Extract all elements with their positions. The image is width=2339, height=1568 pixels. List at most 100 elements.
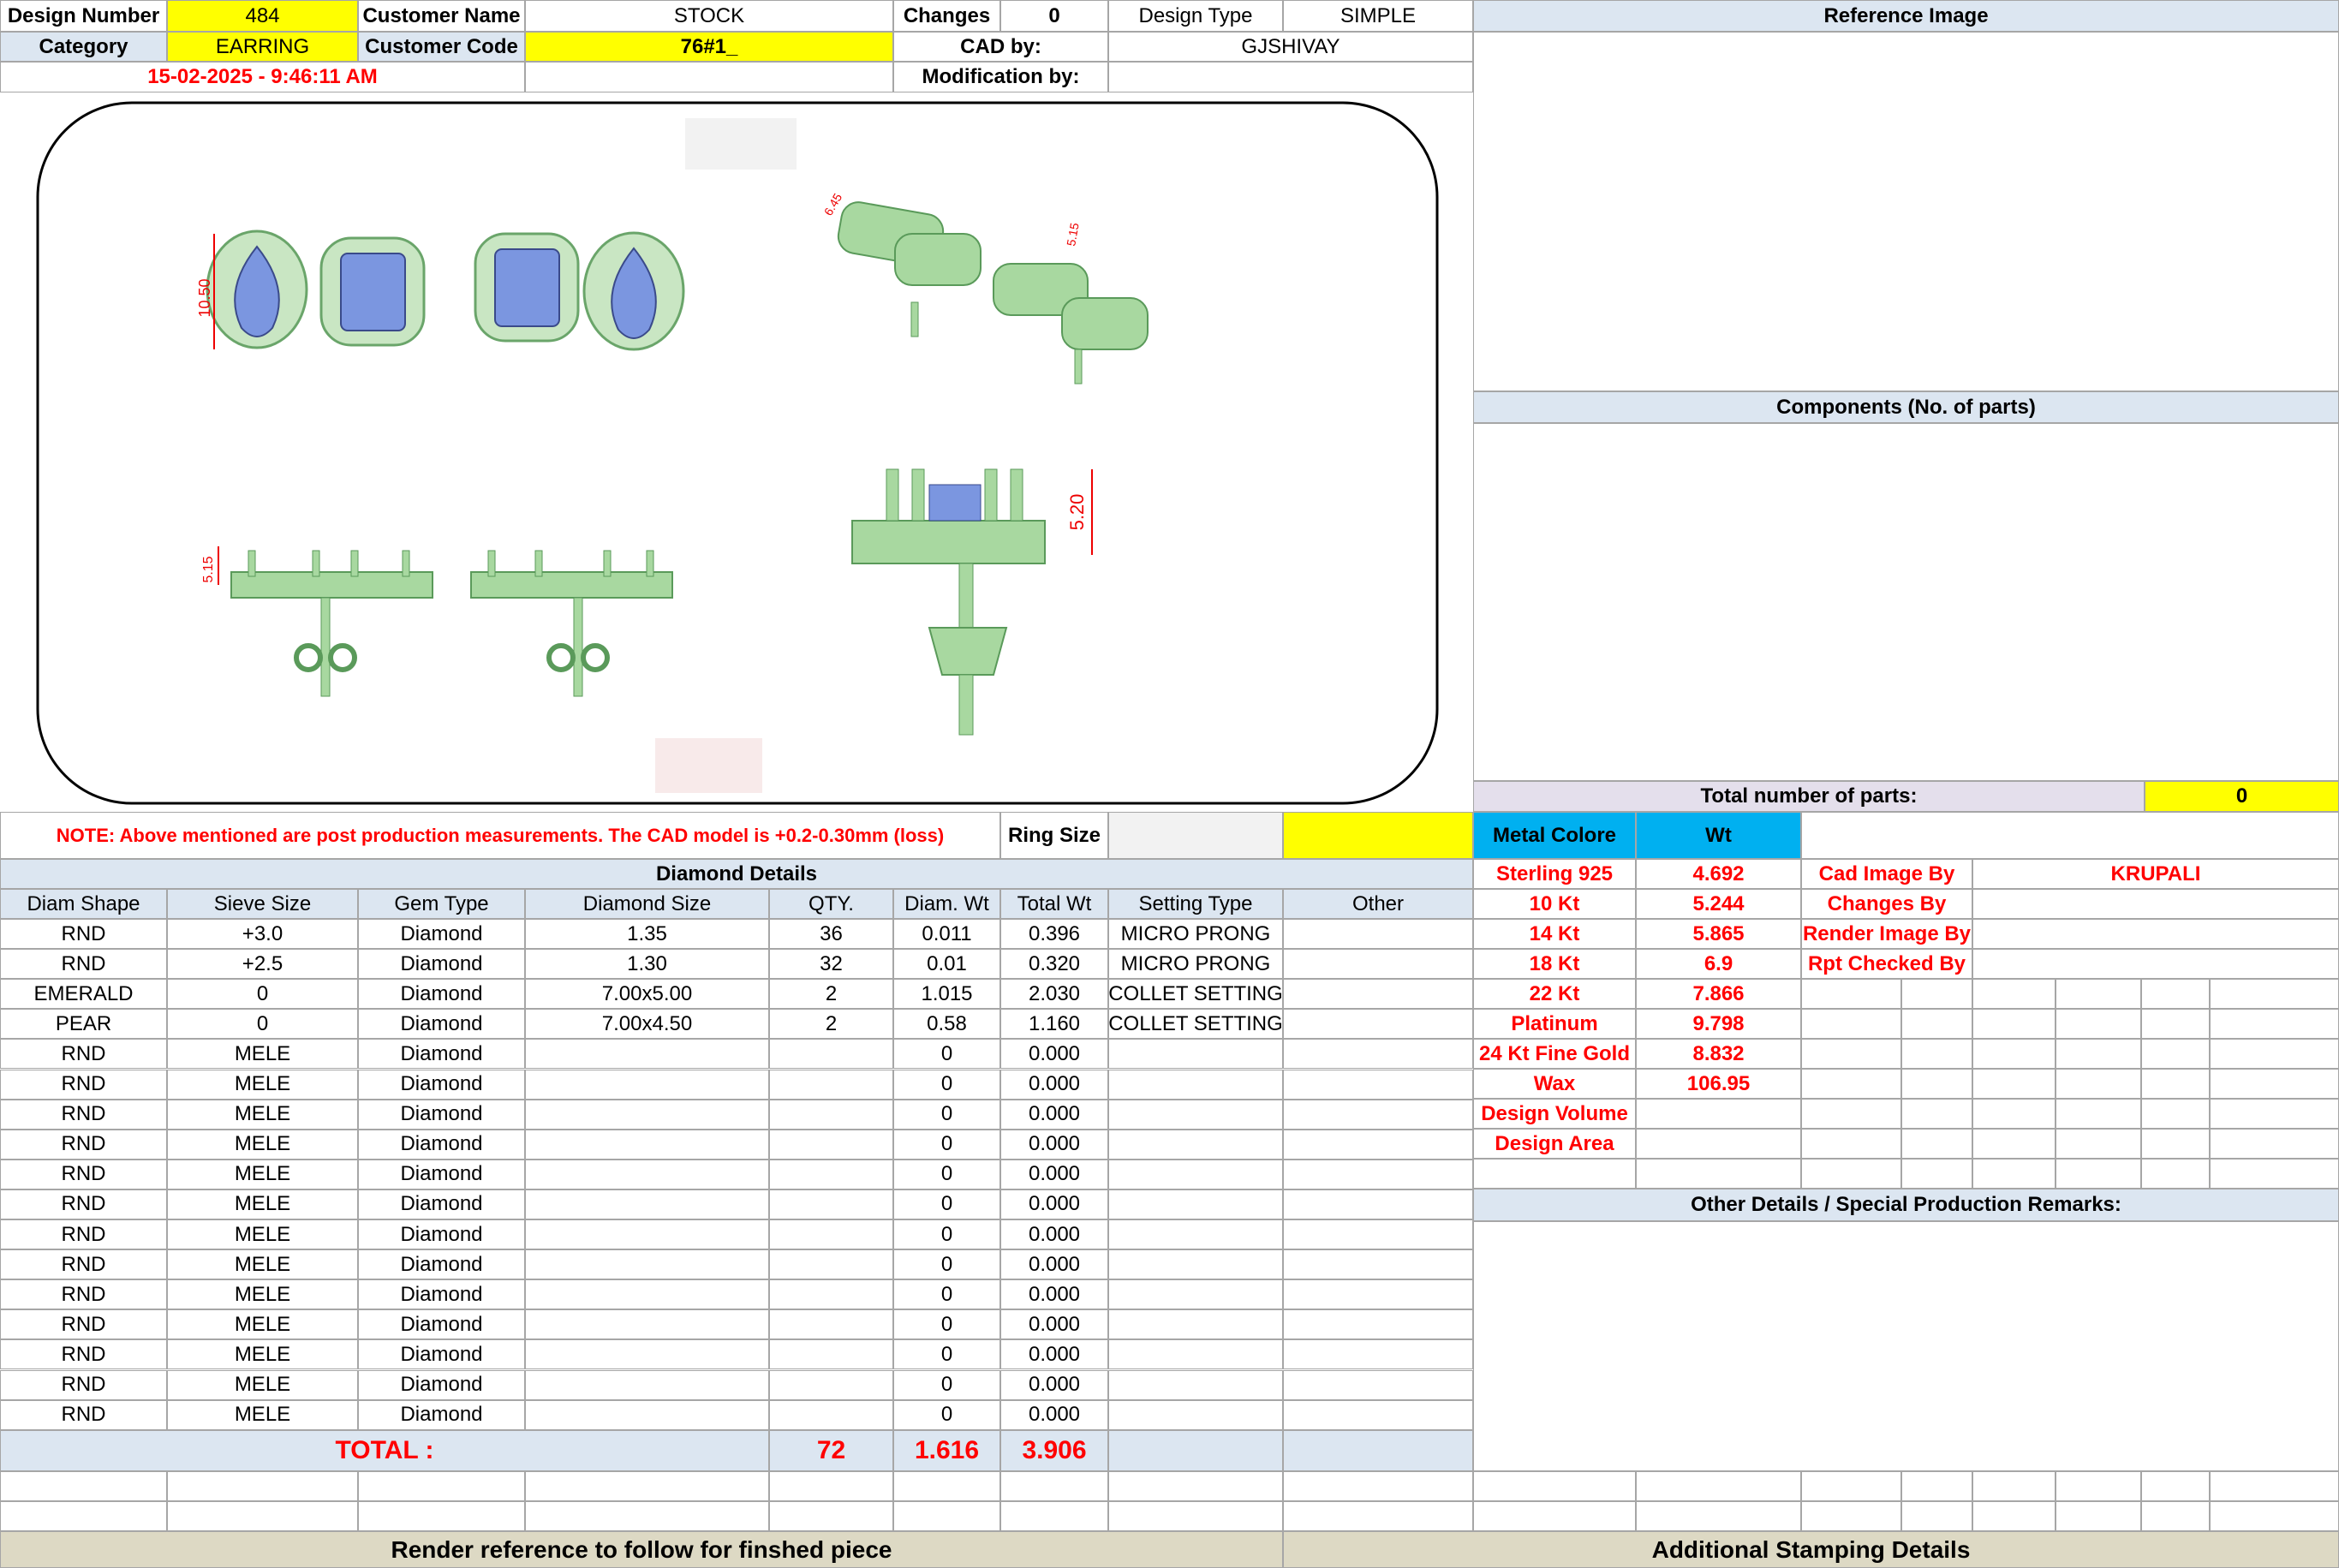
diamond-table-cell[interactable]: MELE: [167, 1129, 358, 1160]
diamond-table-cell[interactable]: [525, 1159, 769, 1189]
diamond-table-cell[interactable]: 1.30: [525, 949, 769, 980]
diamond-table-cell[interactable]: 0: [893, 1369, 1000, 1400]
diamond-table-cell[interactable]: 0: [893, 1189, 1000, 1219]
empty-cell[interactable]: [1972, 1039, 2056, 1069]
diamond-table-cell[interactable]: [1283, 919, 1473, 950]
diamond-table-cell[interactable]: RND: [0, 1219, 167, 1250]
metal-weight[interactable]: 7.866: [1636, 979, 1801, 1009]
empty-cell[interactable]: [2056, 1159, 2141, 1189]
empty-cell[interactable]: [1901, 1129, 1972, 1159]
diamond-table-cell[interactable]: [1108, 1309, 1283, 1340]
diamond-table-cell[interactable]: [769, 1099, 893, 1130]
empty-cell[interactable]: [525, 1470, 769, 1501]
empty-cell[interactable]: [2210, 1099, 2339, 1129]
diamond-table-cell[interactable]: Diamond: [358, 1129, 525, 1160]
diamond-table-cell[interactable]: [1283, 1309, 1473, 1340]
diamond-table-cell[interactable]: MELE: [167, 1369, 358, 1400]
diamond-table-cell[interactable]: [1283, 1279, 1473, 1310]
diamond-table-cell[interactable]: Diamond: [358, 1069, 525, 1100]
diamond-table-cell[interactable]: RND: [0, 1309, 167, 1340]
empty-cell[interactable]: [1972, 1099, 2056, 1129]
diamond-table-cell[interactable]: +3.0: [167, 919, 358, 950]
empty-cell[interactable]: [2141, 1039, 2210, 1069]
empty-cell[interactable]: [2210, 1039, 2339, 1069]
empty-cell[interactable]: [1283, 1470, 1473, 1501]
diamond-table-cell[interactable]: Diamond: [358, 949, 525, 980]
empty-cell[interactable]: [1801, 1069, 1901, 1099]
diamond-table-cell[interactable]: 0.000: [1000, 1159, 1108, 1189]
diamond-table-cell[interactable]: [1283, 1189, 1473, 1219]
diamond-table-cell[interactable]: 0: [893, 1159, 1000, 1189]
diamond-table-cell[interactable]: 0: [893, 1219, 1000, 1250]
components-area[interactable]: [1473, 423, 2339, 781]
empty-cell[interactable]: [1283, 1500, 1473, 1531]
diamond-table-cell[interactable]: [769, 1249, 893, 1280]
cad-by-field[interactable]: GJSHIVAY: [1108, 32, 1473, 62]
diamond-table-cell[interactable]: [1108, 1129, 1283, 1160]
diamond-table-cell[interactable]: MELE: [167, 1309, 358, 1340]
diamond-table-cell[interactable]: 0: [893, 1279, 1000, 1310]
diamond-table-cell[interactable]: [1283, 1069, 1473, 1100]
diamond-table-cell[interactable]: Diamond: [358, 1339, 525, 1370]
diamond-table-cell[interactable]: 0.000: [1000, 1219, 1108, 1250]
ring-size-value[interactable]: [1108, 812, 1283, 859]
empty-cell[interactable]: [1901, 1501, 1972, 1531]
empty-cell[interactable]: [2141, 1471, 2210, 1501]
empty-cell[interactable]: [2056, 1099, 2141, 1129]
metal-weight[interactable]: 9.798: [1636, 1009, 1801, 1039]
empty-cell[interactable]: [1972, 1159, 2056, 1189]
diamond-table-cell[interactable]: [1108, 1369, 1283, 1400]
diamond-table-cell[interactable]: COLLET SETTING: [1108, 1009, 1283, 1040]
diamond-table-cell[interactable]: 0: [893, 1069, 1000, 1100]
diamond-table-cell[interactable]: 0.000: [1000, 1249, 1108, 1280]
diamond-table-cell[interactable]: 0.000: [1000, 1339, 1108, 1370]
customer-code-field[interactable]: 76#1_: [525, 32, 893, 62]
diamond-table-cell[interactable]: [525, 1399, 769, 1430]
diamond-table-cell[interactable]: RND: [0, 949, 167, 980]
diamond-table-cell[interactable]: [1283, 1369, 1473, 1400]
empty-cell[interactable]: [2141, 979, 2210, 1009]
diamond-table-cell[interactable]: [1283, 1339, 1473, 1370]
empty-cell[interactable]: [1801, 1039, 1901, 1069]
empty-cell[interactable]: [1972, 1471, 2056, 1501]
diamond-table-cell[interactable]: [1283, 949, 1473, 980]
diamond-table-cell[interactable]: 0.000: [1000, 1369, 1108, 1400]
diamond-table-cell[interactable]: MELE: [167, 1399, 358, 1430]
diamond-table-cell[interactable]: [525, 1189, 769, 1219]
empty-cell[interactable]: [2141, 1069, 2210, 1099]
diamond-table-cell[interactable]: Diamond: [358, 1039, 525, 1070]
diamond-table-cell[interactable]: 0: [893, 1309, 1000, 1340]
modification-field[interactable]: [1108, 62, 1473, 92]
empty-cell[interactable]: [2056, 1009, 2141, 1039]
diamond-table-cell[interactable]: MELE: [167, 1339, 358, 1370]
diamond-table-cell[interactable]: 0: [893, 1129, 1000, 1160]
empty-cell[interactable]: [1473, 1471, 1636, 1501]
category-field[interactable]: EARRING: [167, 32, 358, 62]
diamond-table-cell[interactable]: MELE: [167, 1219, 358, 1250]
ring-size-highlight[interactable]: [1283, 812, 1473, 859]
empty-cell[interactable]: [1901, 1159, 1972, 1189]
empty-cell[interactable]: [1000, 1500, 1108, 1531]
diamond-table-cell[interactable]: [525, 1069, 769, 1100]
diamond-table-cell[interactable]: 0.000: [1000, 1189, 1108, 1219]
diamond-table-cell[interactable]: RND: [0, 1249, 167, 1280]
diamond-table-cell[interactable]: [769, 1219, 893, 1250]
diamond-table-cell[interactable]: Diamond: [358, 1219, 525, 1250]
diamond-table-cell[interactable]: [769, 1129, 893, 1160]
empty-cell[interactable]: [769, 1470, 893, 1501]
empty-cell[interactable]: [769, 1500, 893, 1531]
diamond-table-cell[interactable]: RND: [0, 1189, 167, 1219]
empty-cell[interactable]: [1801, 1129, 1901, 1159]
empty-cell[interactable]: [1901, 1039, 1972, 1069]
empty-cell[interactable]: [0, 1500, 167, 1531]
diamond-table-cell[interactable]: [1283, 1009, 1473, 1040]
empty-cell[interactable]: [358, 1470, 525, 1501]
diamond-table-cell[interactable]: 32: [769, 949, 893, 980]
diamond-table-cell[interactable]: [1283, 1219, 1473, 1250]
metal-weight[interactable]: [1636, 1129, 1801, 1159]
diamond-table-cell[interactable]: 7.00x4.50: [525, 1009, 769, 1040]
empty-cell[interactable]: [1972, 1129, 2056, 1159]
empty-cell[interactable]: [2141, 1099, 2210, 1129]
diamond-table-cell[interactable]: Diamond: [358, 1009, 525, 1040]
diamond-table-cell[interactable]: 2.030: [1000, 979, 1108, 1010]
